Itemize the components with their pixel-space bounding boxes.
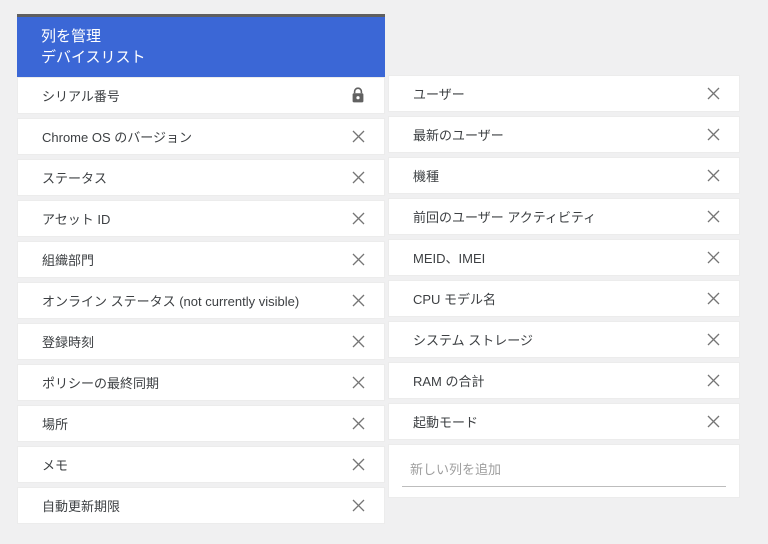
close-icon <box>707 87 720 100</box>
column-row[interactable]: 起動モード <box>388 403 740 440</box>
close-icon <box>707 169 720 182</box>
close-icon <box>352 499 365 512</box>
column-row[interactable]: 前回のユーザー アクティビティ <box>388 198 740 235</box>
column-row[interactable]: 機種 <box>388 157 740 194</box>
remove-button[interactable] <box>703 207 723 227</box>
column-label: Chrome OS のバージョン <box>42 127 192 146</box>
remove-button[interactable] <box>348 455 368 475</box>
column-row[interactable]: システム ストレージ <box>388 321 740 358</box>
remove-button[interactable] <box>703 166 723 186</box>
column-row[interactable]: ステータス <box>17 159 385 196</box>
close-icon <box>707 251 720 264</box>
column-row[interactable]: オンライン ステータス (not currently visible) <box>17 282 385 319</box>
manage-columns-dialog-left: 列を管理 デバイスリスト シリアル番号 Chrome OS のバージョン ステー… <box>17 14 385 528</box>
column-row[interactable]: 組織部門 <box>17 241 385 278</box>
column-row[interactable]: ポリシーの最終同期 <box>17 364 385 401</box>
column-label: 場所 <box>42 414 68 433</box>
column-label: CPU モデル名 <box>413 289 496 308</box>
column-label: ユーザー <box>413 84 465 103</box>
close-icon <box>352 376 365 389</box>
remove-button[interactable] <box>703 248 723 268</box>
column-label: ステータス <box>42 168 107 187</box>
add-column-row <box>388 444 740 498</box>
column-row[interactable]: アセット ID <box>17 200 385 237</box>
close-icon <box>352 171 365 184</box>
column-label: ポリシーの最終同期 <box>42 373 159 392</box>
column-row[interactable]: 自動更新期限 <box>17 487 385 524</box>
remove-button[interactable] <box>348 168 368 188</box>
remove-button[interactable] <box>703 289 723 309</box>
column-label: システム ストレージ <box>413 330 533 349</box>
close-icon <box>707 292 720 305</box>
lock-icon <box>348 86 368 106</box>
close-icon <box>707 128 720 141</box>
column-row[interactable]: シリアル番号 <box>17 77 385 114</box>
remove-button[interactable] <box>348 496 368 516</box>
manage-columns-dialog-right: ユーザー 最新のユーザー 機種 <box>388 75 740 498</box>
column-row[interactable]: RAM の合計 <box>388 362 740 399</box>
remove-button[interactable] <box>348 332 368 352</box>
column-row[interactable]: メモ <box>17 446 385 483</box>
close-icon <box>707 415 720 428</box>
column-label: オンライン ステータス (not currently visible) <box>42 291 299 310</box>
remove-button[interactable] <box>703 125 723 145</box>
remove-button[interactable] <box>703 371 723 391</box>
close-icon <box>707 374 720 387</box>
column-row[interactable]: 場所 <box>17 405 385 442</box>
close-icon <box>352 130 365 143</box>
remove-button[interactable] <box>348 291 368 311</box>
remove-button[interactable] <box>348 127 368 147</box>
remove-button[interactable] <box>703 412 723 432</box>
right-column-list: ユーザー 最新のユーザー 機種 <box>388 75 740 440</box>
column-label: アセット ID <box>42 209 110 228</box>
column-row[interactable]: Chrome OS のバージョン <box>17 118 385 155</box>
dialog-title: 列を管理 <box>41 26 369 47</box>
add-column-input[interactable] <box>402 456 726 487</box>
close-icon <box>352 253 365 266</box>
column-label: 前回のユーザー アクティビティ <box>413 207 596 226</box>
column-label: 最新のユーザー <box>413 125 504 144</box>
column-label: 自動更新期限 <box>42 496 120 515</box>
column-row[interactable]: 最新のユーザー <box>388 116 740 153</box>
column-label: 起動モード <box>413 412 478 431</box>
dialog-header: 列を管理 デバイスリスト <box>17 17 385 77</box>
column-label: シリアル番号 <box>42 86 120 105</box>
dialog-subtitle: デバイスリスト <box>41 47 369 68</box>
remove-button[interactable] <box>703 84 723 104</box>
remove-button[interactable] <box>703 330 723 350</box>
remove-button[interactable] <box>348 209 368 229</box>
close-icon <box>352 294 365 307</box>
column-row[interactable]: 登録時刻 <box>17 323 385 360</box>
remove-button[interactable] <box>348 373 368 393</box>
close-icon <box>707 333 720 346</box>
close-icon <box>352 335 365 348</box>
close-icon <box>352 212 365 225</box>
left-column-list: シリアル番号 Chrome OS のバージョン ステータス <box>17 77 385 524</box>
column-row[interactable]: ユーザー <box>388 75 740 112</box>
close-icon <box>352 417 365 430</box>
column-label: RAM の合計 <box>413 371 485 390</box>
remove-button[interactable] <box>348 250 368 270</box>
column-label: MEID、IMEI <box>413 248 485 267</box>
close-icon <box>352 458 365 471</box>
column-row[interactable]: MEID、IMEI <box>388 239 740 276</box>
close-icon <box>707 210 720 223</box>
column-label: 機種 <box>413 166 439 185</box>
remove-button[interactable] <box>348 414 368 434</box>
column-label: メモ <box>42 455 68 474</box>
column-row[interactable]: CPU モデル名 <box>388 280 740 317</box>
column-label: 組織部門 <box>42 250 94 269</box>
column-label: 登録時刻 <box>42 332 94 351</box>
